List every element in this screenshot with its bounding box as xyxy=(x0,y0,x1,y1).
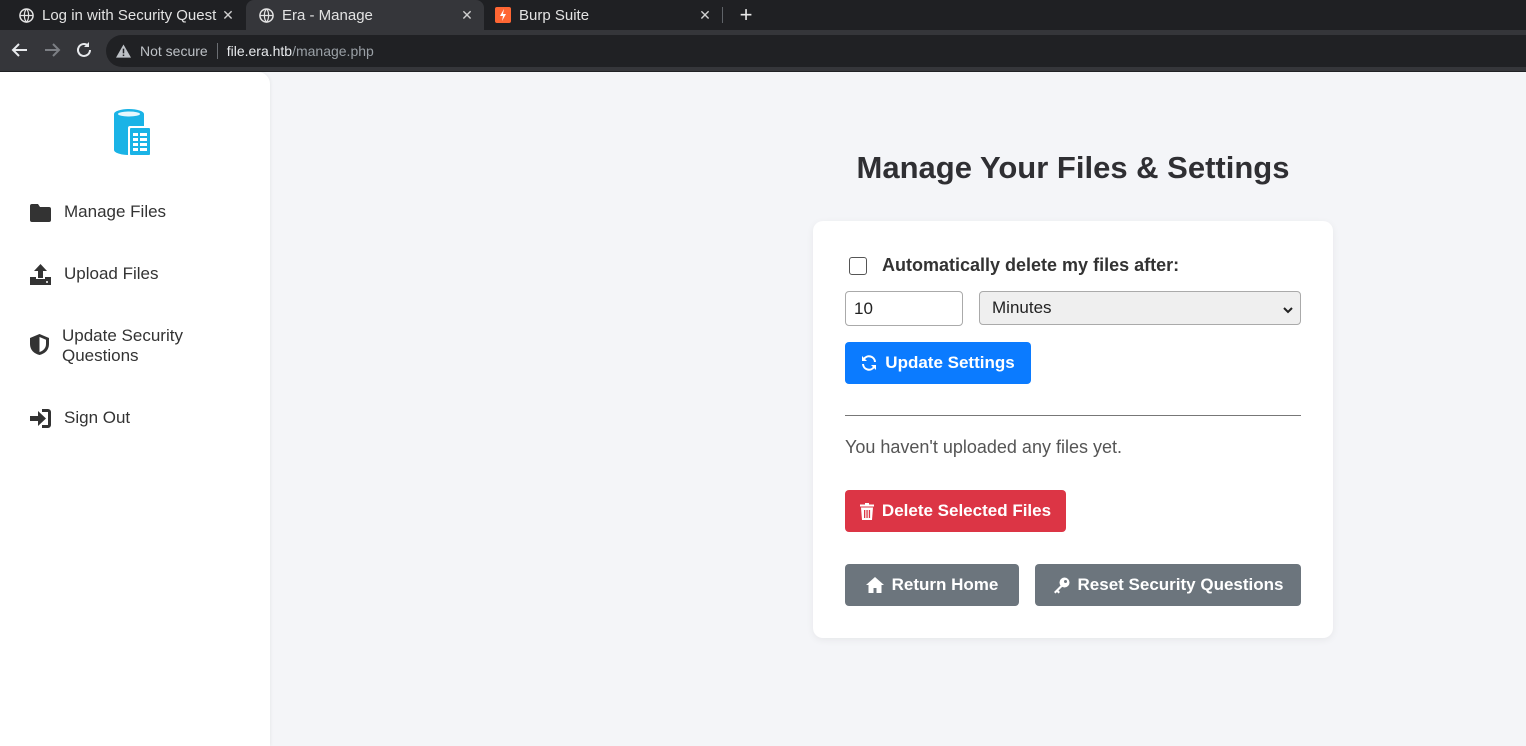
auto-delete-checkbox[interactable] xyxy=(849,257,867,275)
back-button[interactable] xyxy=(8,38,32,62)
interval-unit-value: Minutes xyxy=(992,298,1052,317)
browser-tab-bar: Log in with Security Quest ✕ Era - Manag… xyxy=(0,0,1526,30)
address-bar: Not secure file.era.htb /manage.php xyxy=(0,30,1526,72)
close-tab-icon[interactable]: ✕ xyxy=(696,7,714,24)
reload-icon xyxy=(77,42,91,57)
button-label: Reset Security Questions xyxy=(1077,575,1284,594)
delete-selected-files-button[interactable]: Delete Selected Files xyxy=(845,490,1066,532)
button-label: Update Settings xyxy=(885,353,1015,372)
reset-security-questions-button[interactable]: Reset Security Questions xyxy=(1035,564,1301,606)
burp-icon xyxy=(495,7,511,23)
return-home-button[interactable]: Return Home xyxy=(845,564,1019,606)
sidebar-item-update-security-questions[interactable]: Update Security Questions xyxy=(30,326,230,366)
sync-icon xyxy=(861,355,877,371)
warning-triangle-icon[interactable] xyxy=(116,43,132,59)
reload-button[interactable] xyxy=(72,38,96,62)
sidebar-item-sign-out[interactable]: Sign Out xyxy=(30,408,130,429)
tab-era-manage[interactable]: Era - Manage ✕ xyxy=(246,0,484,30)
shield-icon xyxy=(30,334,49,355)
section-divider xyxy=(845,415,1301,416)
new-tab-button[interactable]: + xyxy=(735,2,757,28)
button-label: Return Home xyxy=(891,575,999,594)
back-arrow-icon xyxy=(11,43,27,57)
button-label: Delete Selected Files xyxy=(881,501,1052,520)
sidebar-item-manage-files[interactable]: Manage Files xyxy=(30,202,166,223)
sidebar-item-label: Sign Out xyxy=(64,408,131,427)
tab-login[interactable]: Log in with Security Quest ✕ xyxy=(0,0,245,30)
tab-title: Log in with Security Quest xyxy=(42,6,217,24)
settings-card: Automatically delete my files after: Min… xyxy=(813,221,1333,638)
omnibox-divider xyxy=(216,43,218,59)
sidebar-item-label: Update Security Questions xyxy=(62,326,183,365)
interval-value-input[interactable] xyxy=(845,291,963,326)
tab-separator xyxy=(722,7,723,23)
sign-in-icon xyxy=(30,408,51,429)
tab-burp-suite[interactable]: Burp Suite ✕ xyxy=(485,0,722,30)
sidebar-item-upload-files[interactable]: Upload Files xyxy=(30,264,159,285)
url-host: file.era.htb xyxy=(226,43,293,59)
update-settings-button[interactable]: Update Settings xyxy=(845,342,1031,384)
close-tab-icon[interactable]: ✕ xyxy=(219,7,237,24)
tab-title: Burp Suite xyxy=(519,6,590,24)
globe-icon xyxy=(18,7,34,23)
globe-icon xyxy=(258,7,274,23)
folder-icon xyxy=(30,202,51,223)
url-path: /manage.php xyxy=(292,43,374,59)
logo-icon xyxy=(111,106,157,160)
tab-title: Era - Manage xyxy=(282,6,373,24)
sidebar-item-label: Manage Files xyxy=(64,202,167,221)
key-icon xyxy=(1053,577,1070,594)
url-omnibox[interactable]: Not secure file.era.htb /manage.php xyxy=(106,35,1526,67)
auto-delete-label[interactable]: Automatically delete my files after: xyxy=(882,255,1179,276)
security-status[interactable]: Not secure xyxy=(140,43,208,59)
forward-button[interactable] xyxy=(40,38,64,62)
upload-icon xyxy=(30,264,51,285)
sidebar-item-label: Upload Files xyxy=(64,264,159,283)
close-tab-icon[interactable]: ✕ xyxy=(458,7,476,24)
interval-unit-select[interactable]: Minutes xyxy=(979,291,1301,325)
chevron-down-icon xyxy=(1282,301,1294,321)
empty-files-message: You haven't uploaded any files yet. xyxy=(845,437,1122,457)
trash-icon xyxy=(859,502,874,520)
page-title: Manage Your Files & Settings xyxy=(856,150,1290,185)
sidebar: Manage Files Upload Files Update Securit… xyxy=(0,72,270,746)
home-icon xyxy=(865,577,884,593)
forward-arrow-icon xyxy=(45,43,61,57)
